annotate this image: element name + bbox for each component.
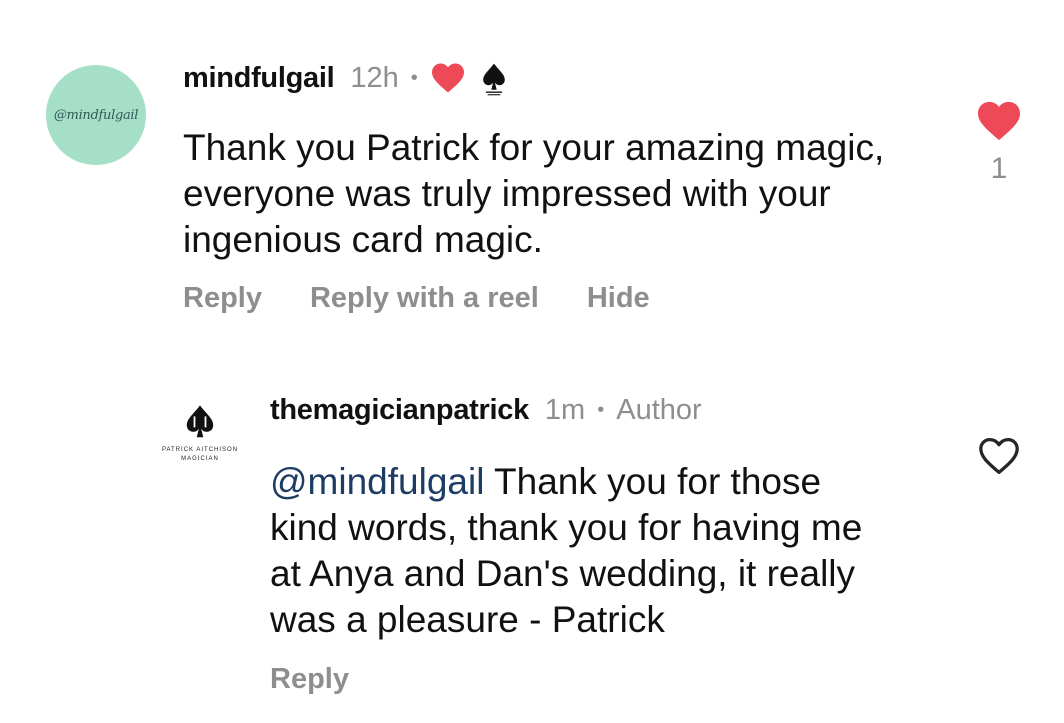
author-badge: Author bbox=[616, 394, 702, 426]
comment-line: @mindfulgail Thank you for those bbox=[270, 459, 862, 505]
username[interactable]: themagicianpatrick bbox=[270, 394, 529, 427]
reply-button[interactable]: Reply bbox=[270, 663, 349, 696]
comment-header: mindfulgail 12h • bbox=[183, 60, 512, 96]
avatar-themagicianpatrick[interactable]: PATRICK AITCHISON MAGICIAN bbox=[160, 396, 240, 468]
comment-text: Thank you for those bbox=[484, 461, 822, 502]
separator-dot: • bbox=[597, 399, 605, 421]
comment-line: Thank you Patrick for your amazing magic… bbox=[183, 127, 885, 168]
comment-line: kind words, thank you for having me bbox=[270, 507, 863, 548]
like-control: 1 bbox=[975, 100, 1023, 186]
spade-logo-icon bbox=[186, 405, 214, 438]
timestamp: 12h bbox=[350, 61, 399, 94]
hide-button[interactable]: Hide bbox=[587, 282, 650, 315]
like-control bbox=[976, 436, 1022, 476]
comment-body: @mindfulgail Thank you for those kind wo… bbox=[270, 459, 862, 643]
comment-header: themagicianpatrick 1m • Author bbox=[270, 394, 702, 427]
heart-filled-icon bbox=[431, 63, 464, 93]
comment-line: at Anya and Dan's wedding, it really bbox=[270, 553, 856, 594]
avatar-brand-top: PATRICK AITCHISON bbox=[161, 447, 239, 453]
mention-link[interactable]: @mindfulgail bbox=[270, 461, 484, 502]
comment-actions: Reply Reply with a reel Hide bbox=[183, 282, 650, 315]
comment-line: ingenious card magic. bbox=[183, 219, 543, 260]
heart-filled-icon[interactable] bbox=[975, 100, 1023, 142]
like-count[interactable]: 1 bbox=[991, 152, 1008, 186]
reply-button[interactable]: Reply bbox=[183, 282, 262, 315]
separator-dot: • bbox=[410, 66, 418, 89]
comment-actions: Reply bbox=[270, 663, 349, 696]
username[interactable]: mindfulgail bbox=[183, 62, 335, 95]
comment-line: everyone was truly impressed with your bbox=[183, 173, 831, 214]
avatar-mindfulgail[interactable]: @mindfulgail bbox=[46, 65, 146, 165]
comment-line: was a pleasure - Patrick bbox=[270, 599, 665, 640]
heart-outline-icon[interactable] bbox=[976, 436, 1022, 476]
avatar-brand-bottom: MAGICIAN bbox=[181, 456, 219, 462]
comment-body: Thank you Patrick for your amazing magic… bbox=[183, 125, 884, 263]
avatar-label: @mindfulgail bbox=[53, 107, 139, 123]
reply-with-reel-button[interactable]: Reply with a reel bbox=[310, 282, 539, 315]
timestamp: 1m bbox=[544, 394, 586, 426]
spade-logo-icon bbox=[482, 63, 505, 96]
